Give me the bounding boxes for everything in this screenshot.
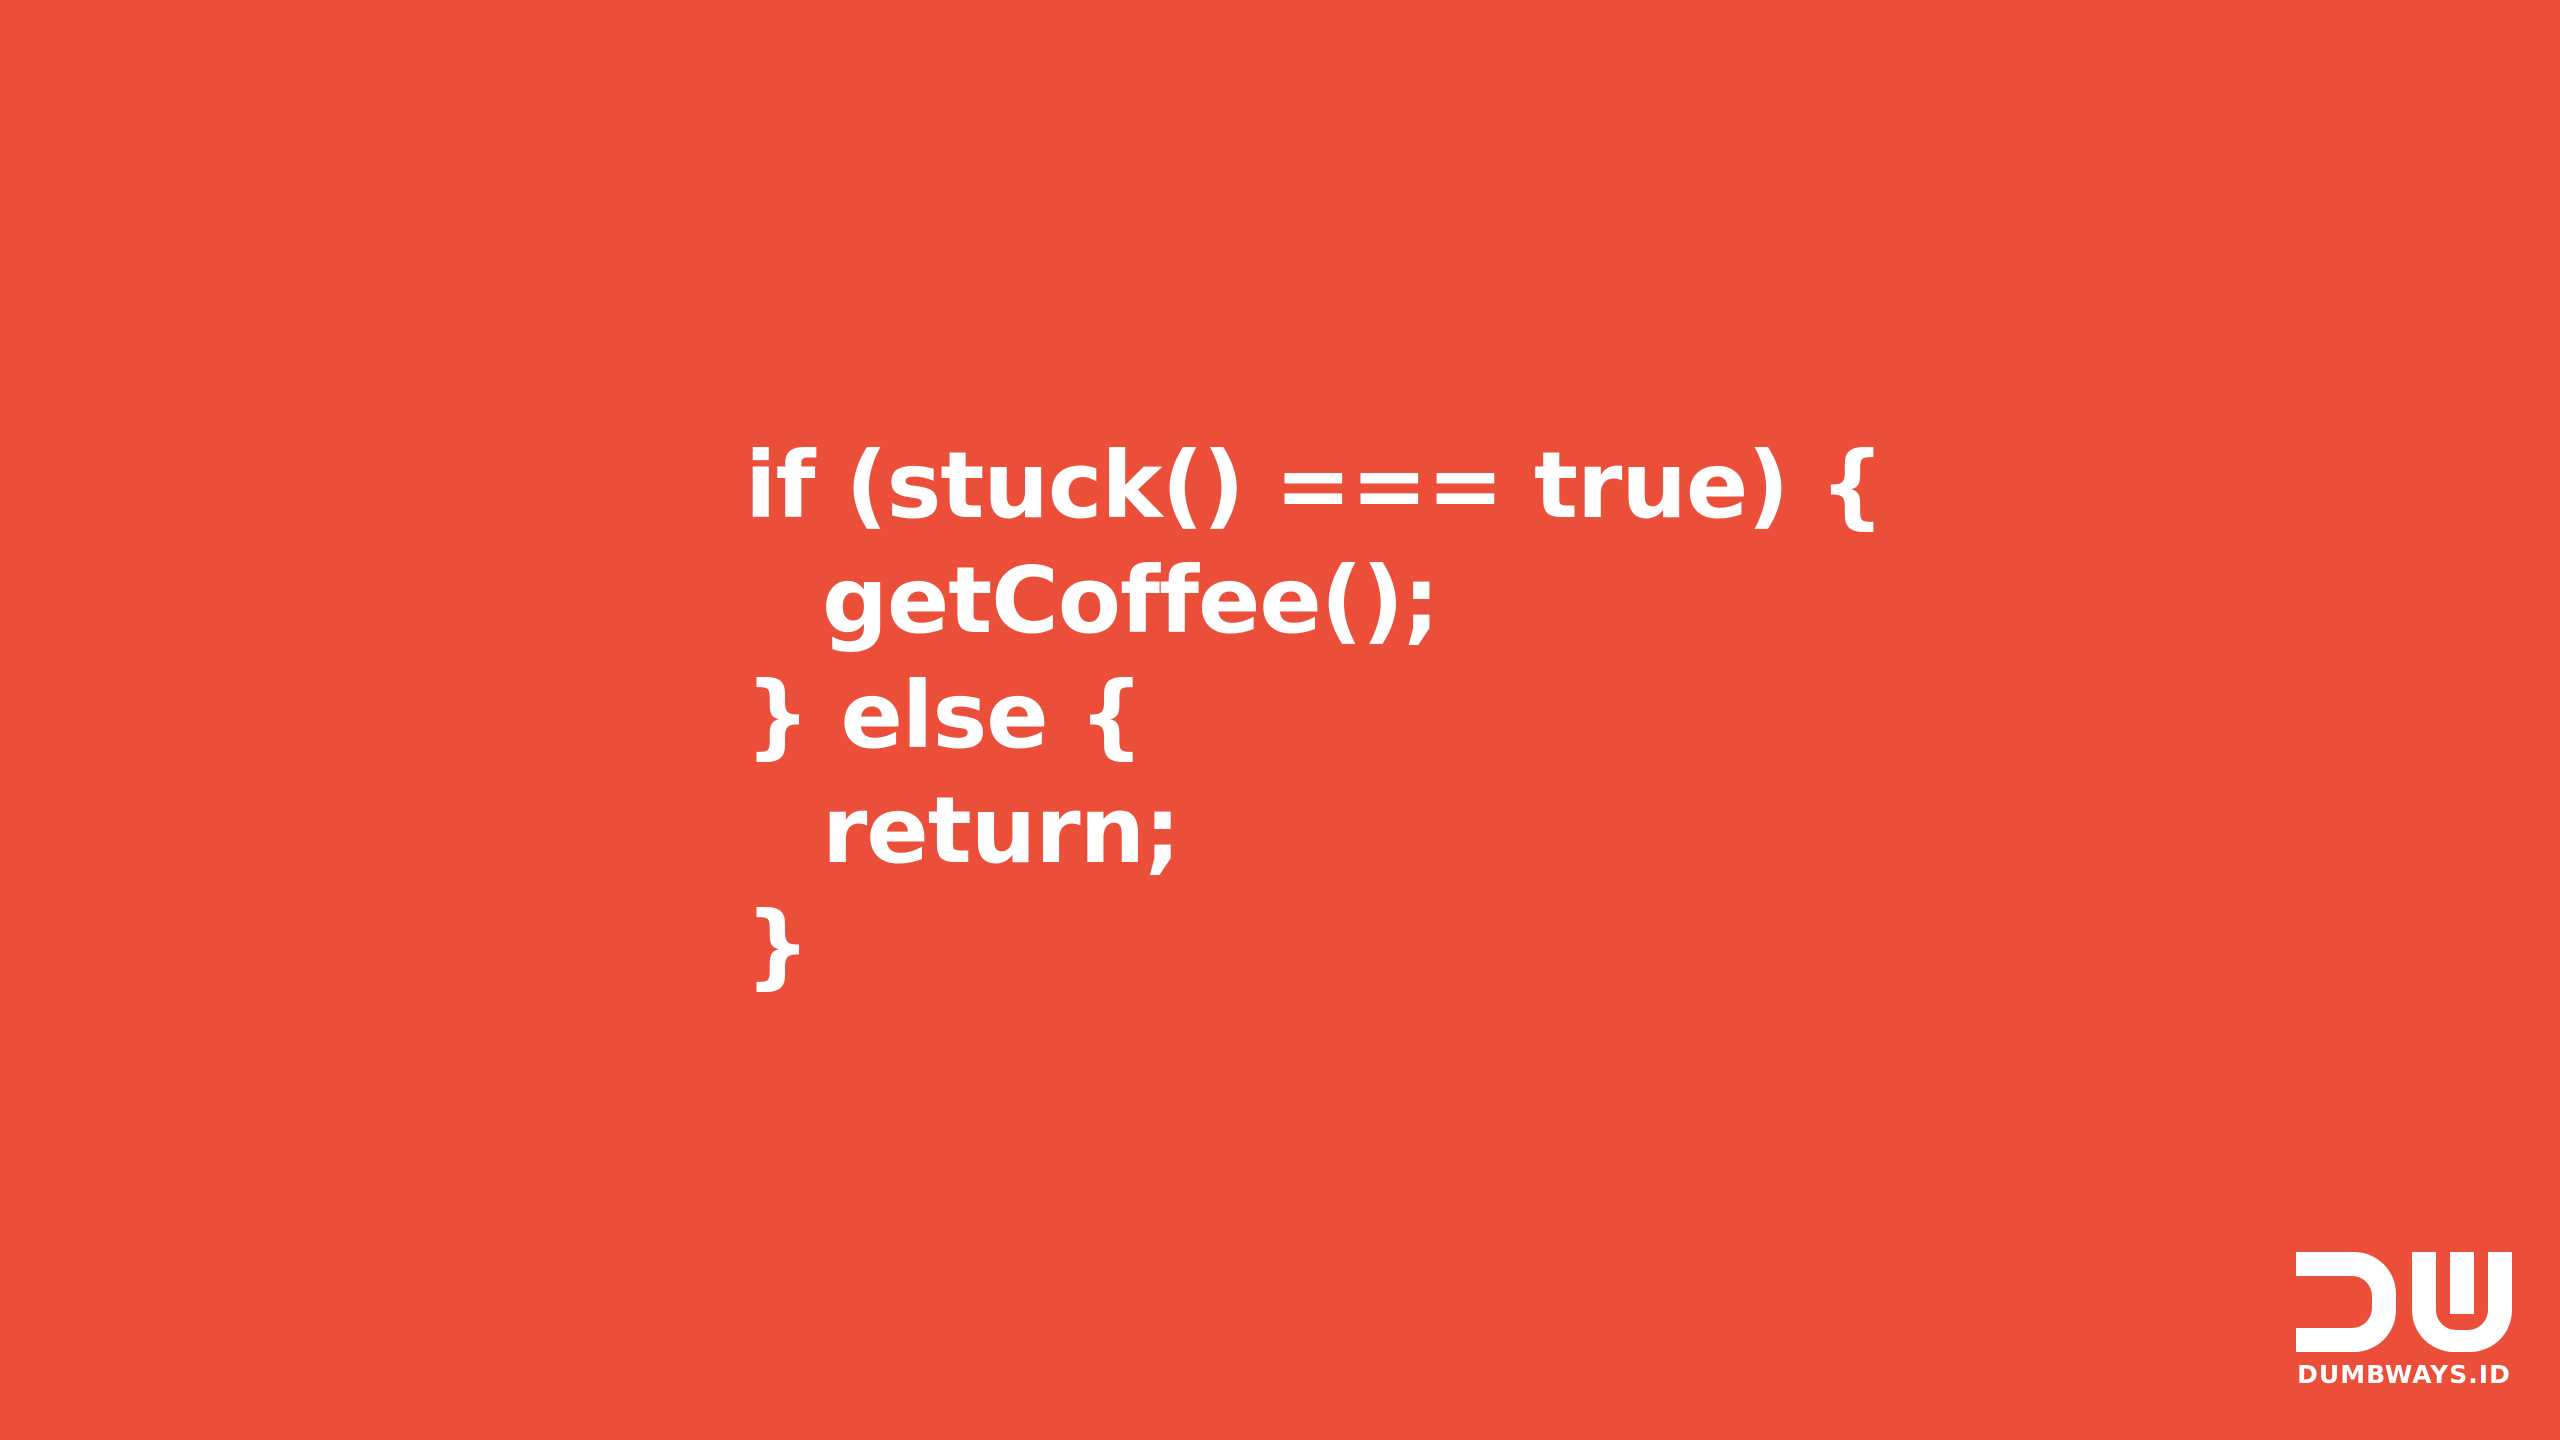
- code-line-return: return;: [822, 777, 1181, 884]
- code-line-if: if (stuck() === true) {: [745, 432, 1885, 539]
- dumbways-dw-logo-icon: [2296, 1252, 2512, 1352]
- code-line-else: } else {: [745, 662, 1144, 769]
- code-line-get-coffee: getCoffee();: [822, 547, 1440, 654]
- code-line-close-brace: }: [745, 892, 810, 999]
- brand-logo: DUMBWAYS.ID: [2296, 1252, 2512, 1392]
- code-snippet: if (stuck() === true) { getCoffee(); } e…: [745, 428, 1885, 1003]
- logo-wordmark: DUMBWAYS.ID: [2297, 1360, 2511, 1389]
